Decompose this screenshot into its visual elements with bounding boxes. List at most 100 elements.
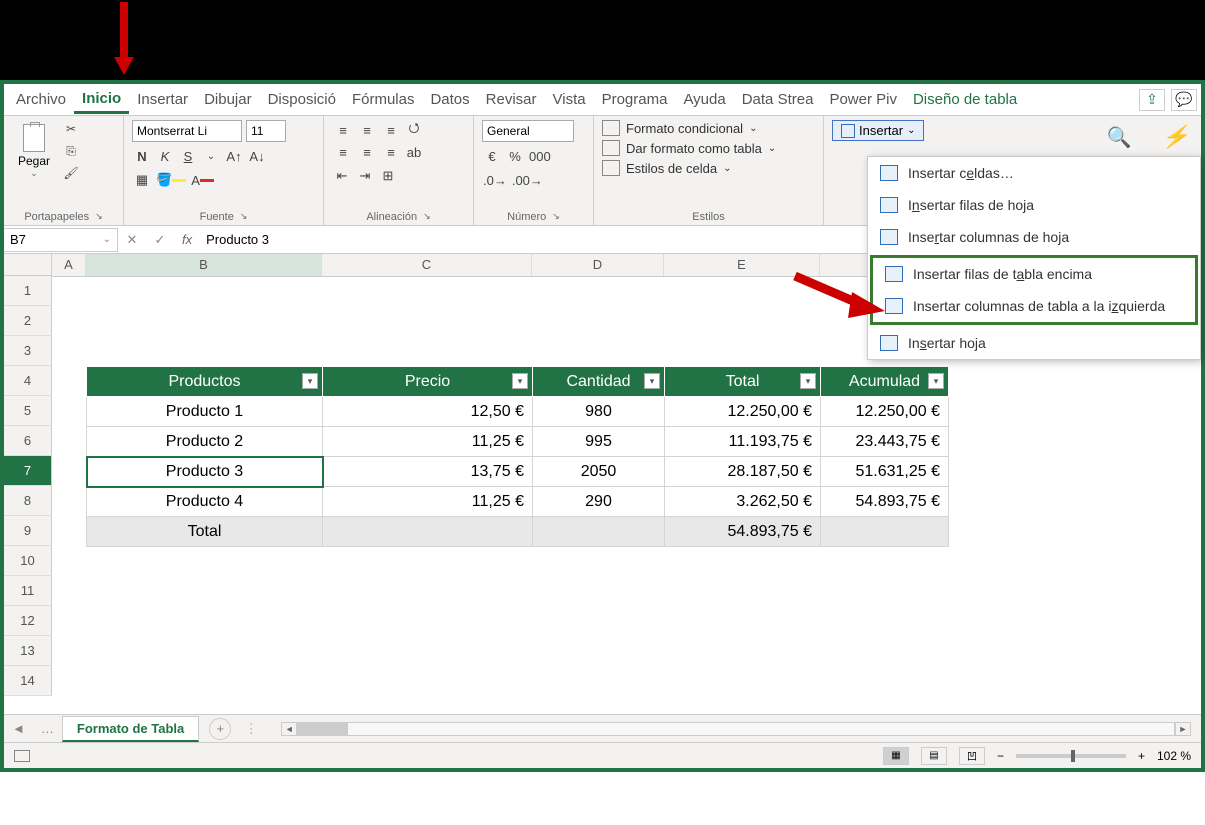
cell-producto[interactable]: Producto 3: [87, 457, 323, 487]
row-header-7[interactable]: 7: [4, 456, 52, 486]
align-left-button[interactable]: ≡: [332, 142, 354, 162]
hscroll-right[interactable]: ►: [1175, 722, 1191, 736]
row-header-5[interactable]: 5: [4, 396, 52, 426]
menu-insert-table-rows-above[interactable]: Insertar filas de tabla encima: [873, 258, 1195, 290]
filter-icon[interactable]: ▾: [928, 373, 944, 389]
row-header-8[interactable]: 8: [4, 486, 52, 516]
cell-producto[interactable]: Producto 1: [87, 397, 323, 427]
filter-icon[interactable]: ▾: [800, 373, 816, 389]
page-layout-view-button[interactable]: ▤: [921, 747, 947, 765]
search-icon[interactable]: 🔍: [1107, 125, 1132, 150]
wrap-text-button[interactable]: ab: [404, 142, 424, 162]
borders-button[interactable]: ▦: [132, 170, 152, 190]
cell-cantidad[interactable]: 995: [533, 427, 665, 457]
cut-icon[interactable]: ✂: [60, 120, 82, 138]
cell-total[interactable]: 28.187,50 €: [665, 457, 821, 487]
paste-button[interactable]: Pegar: [18, 154, 50, 168]
tab-archivo[interactable]: Archivo: [8, 87, 74, 112]
orientation-button[interactable]: ⭯: [404, 120, 424, 140]
hscroll-track[interactable]: [297, 722, 1175, 736]
accounting-format-button[interactable]: €: [482, 146, 502, 166]
cancel-formula-icon[interactable]: ✕: [118, 232, 146, 248]
tab-datos[interactable]: Datos: [422, 87, 477, 112]
sheet-nav-menu[interactable]: …: [33, 721, 62, 736]
cell-precio[interactable]: 13,75 €: [323, 457, 533, 487]
hscroll-left[interactable]: ◄: [281, 722, 297, 736]
col-header-b[interactable]: B: [86, 254, 322, 276]
select-all-corner[interactable]: [4, 254, 52, 276]
tab-disposicion[interactable]: Disposició: [260, 87, 344, 112]
row-header-14[interactable]: 14: [4, 666, 52, 696]
tab-power-pivot[interactable]: Power Piv: [821, 87, 905, 112]
tab-diseno-tabla[interactable]: Diseño de tabla: [905, 87, 1025, 112]
fill-color-button[interactable]: 🪣: [155, 170, 187, 190]
align-right-button[interactable]: ≡: [380, 142, 402, 162]
row-header-9[interactable]: 9: [4, 516, 52, 546]
align-middle-button[interactable]: ≡: [356, 120, 378, 140]
menu-insert-cells[interactable]: Insertar celdas…: [868, 157, 1200, 189]
italic-button[interactable]: K: [155, 146, 175, 166]
comments-icon[interactable]: 💬: [1171, 89, 1197, 111]
sheet-tab[interactable]: Formato de Tabla: [62, 716, 199, 742]
share-icon[interactable]: ⇪: [1139, 89, 1165, 111]
menu-insert-table-cols-left[interactable]: Insertar columnas de tabla a la izquierd…: [873, 290, 1195, 322]
cell-precio[interactable]: 11,25 €: [323, 427, 533, 457]
comma-format-button[interactable]: 000: [528, 146, 552, 166]
cell-producto[interactable]: Producto 2: [87, 427, 323, 457]
cell-precio[interactable]: 12,50 €: [323, 397, 533, 427]
cell-styles-button[interactable]: Estilos de celda ⌄: [602, 160, 815, 176]
copy-icon[interactable]: ⎘: [60, 142, 82, 160]
align-center-button[interactable]: ≡: [356, 142, 378, 162]
cell-cantidad[interactable]: 2050: [533, 457, 665, 487]
decrease-indent-button[interactable]: ⇤: [332, 166, 352, 186]
filter-icon[interactable]: ▾: [512, 373, 528, 389]
cell-acumulado[interactable]: 54.893,75 €: [821, 487, 949, 517]
cell-cantidad[interactable]: 290: [533, 487, 665, 517]
cell-acumulado[interactable]: 51.631,25 €: [821, 457, 949, 487]
row-header-10[interactable]: 10: [4, 546, 52, 576]
header-cantidad[interactable]: Cantidad▾: [533, 367, 665, 397]
tab-data-streamer[interactable]: Data Strea: [734, 87, 822, 112]
col-header-d[interactable]: D: [532, 254, 664, 276]
header-productos[interactable]: Productos▾: [87, 367, 323, 397]
align-bottom-button[interactable]: ≡: [380, 120, 402, 140]
increase-decimal-button[interactable]: .0→: [482, 170, 508, 190]
cell-acumulado[interactable]: 23.443,75 €: [821, 427, 949, 457]
filter-icon[interactable]: ▾: [644, 373, 660, 389]
header-total[interactable]: Total▾: [665, 367, 821, 397]
menu-insert-sheet-cols[interactable]: Insertar columnas de hoja: [868, 221, 1200, 253]
merge-button[interactable]: ⊞: [378, 166, 398, 186]
row-header-4[interactable]: 4: [4, 366, 52, 396]
tab-inicio[interactable]: Inicio: [74, 86, 129, 114]
tab-insertar[interactable]: Insertar: [129, 87, 196, 112]
enter-formula-icon[interactable]: ✓: [146, 232, 174, 248]
row-header-11[interactable]: 11: [4, 576, 52, 606]
row-header-1[interactable]: 1: [4, 276, 52, 306]
name-box[interactable]: B7⌄: [4, 228, 118, 252]
tab-dibujar[interactable]: Dibujar: [196, 87, 260, 112]
percent-format-button[interactable]: %: [505, 146, 525, 166]
decrease-decimal-button[interactable]: .00→: [511, 170, 544, 190]
row-header-6[interactable]: 6: [4, 426, 52, 456]
total-value[interactable]: 54.893,75 €: [665, 517, 821, 547]
insert-split-button[interactable]: Insertar ⌄: [832, 120, 924, 141]
zoom-out-button[interactable]: −: [997, 749, 1004, 763]
tab-vista[interactable]: Vista: [545, 87, 594, 112]
bold-button[interactable]: N: [132, 146, 152, 166]
new-sheet-button[interactable]: +: [209, 718, 231, 740]
tab-revisar[interactable]: Revisar: [478, 87, 545, 112]
header-precio[interactable]: Precio▾: [323, 367, 533, 397]
cell-total[interactable]: 12.250,00 €: [665, 397, 821, 427]
font-color-button[interactable]: A: [190, 170, 215, 190]
underline-button[interactable]: S: [178, 146, 198, 166]
grow-font-button[interactable]: A↑: [224, 146, 244, 166]
row-header-13[interactable]: 13: [4, 636, 52, 666]
cell-total[interactable]: 3.262,50 €: [665, 487, 821, 517]
cell-acumulado[interactable]: 12.250,00 €: [821, 397, 949, 427]
zoom-in-button[interactable]: +: [1138, 749, 1145, 763]
menu-insert-sheet-rows[interactable]: Insertar filas de hoja: [868, 189, 1200, 221]
font-size-select[interactable]: [246, 120, 286, 142]
shrink-font-button[interactable]: A↓: [247, 146, 267, 166]
sheet-nav-prev[interactable]: ◄: [4, 721, 33, 736]
zoom-level[interactable]: 102 %: [1157, 749, 1191, 763]
